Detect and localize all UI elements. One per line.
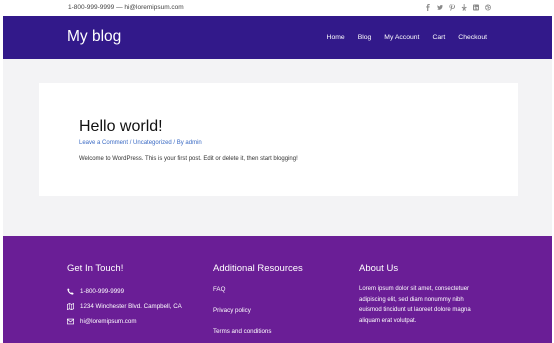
footer-email[interactable]: hi@loremipsum.com [80,318,136,325]
footer-about-text: Lorem ipsum dolor sit amet, consectetuer… [359,286,471,324]
site-header: My blog Home Blog My Account Cart Checko… [3,16,552,59]
nav-item-my-account[interactable]: My Account [384,34,419,41]
top-bar: 1-800-999-9999 — hi@loremipsum.com [3,0,552,16]
footer-phone[interactable]: 1-800-999-9999 [80,288,124,295]
map-icon [67,302,77,310]
footer-about-column: About Us Lorem ipsum dolor sit amet, con… [359,263,485,326]
pinterest-icon[interactable] [449,3,455,11]
footer-resources-column: Additional Resources FAQ Privacy policy … [213,263,303,343]
envelope-icon [67,317,77,325]
site-footer: Get In Touch! 1-800-999-9999 1234 Winche… [3,236,552,343]
social-links [425,3,491,11]
footer-about-heading: About Us [359,263,399,274]
main-nav: Home Blog My Account Cart Checkout [327,34,487,41]
footer-email-row: hi@loremipsum.com [67,314,182,328]
phone-icon [67,287,77,295]
nav-item-home[interactable]: Home [327,34,345,41]
footer-contact-column: Get In Touch! 1-800-999-9999 1234 Winche… [67,263,182,329]
yelp-icon[interactable] [461,3,467,11]
site-title[interactable]: My blog [67,28,121,46]
footer-address-row: 1234 Winchester Blvd. Campbell, CA [67,299,182,313]
footer-link-faq[interactable]: FAQ [213,286,303,296]
footer-link-terms[interactable]: Terms and conditions [213,328,303,338]
nav-item-cart[interactable]: Cart [432,34,445,41]
top-contact-text: 1-800-999-9999 — hi@loremipsum.com [68,4,184,11]
meta-by-label: / By [171,140,186,146]
linkedin-icon[interactable] [473,3,479,11]
category-link[interactable]: Uncategorized [133,140,172,146]
footer-contact-heading: Get In Touch! [67,263,124,274]
footer-phone-row: 1-800-999-9999 [67,284,182,298]
main-content: Hello world! Leave a Comment / Uncategor… [3,59,552,236]
footer-address: 1234 Winchester Blvd. Campbell, CA [80,302,182,310]
post-meta: Leave a Comment / Uncategorized / By adm… [79,140,202,146]
post-title[interactable]: Hello world! [79,118,163,136]
page: 1-800-999-9999 — hi@loremipsum.com My bl… [3,0,552,343]
author-link[interactable]: admin [185,140,201,146]
footer-resources-heading: Additional Resources [213,263,303,274]
nav-item-checkout[interactable]: Checkout [458,34,487,41]
nav-item-blog[interactable]: Blog [358,34,372,41]
post-card: Hello world! Leave a Comment / Uncategor… [39,83,518,196]
footer-link-privacy-policy[interactable]: Privacy policy [213,307,303,317]
post-excerpt: Welcome to WordPress. This is your first… [79,156,298,162]
facebook-icon[interactable] [425,3,431,11]
dribbble-icon[interactable] [485,3,491,11]
twitter-icon[interactable] [437,3,443,11]
leave-comment-link[interactable]: Leave a Comment [79,140,128,146]
